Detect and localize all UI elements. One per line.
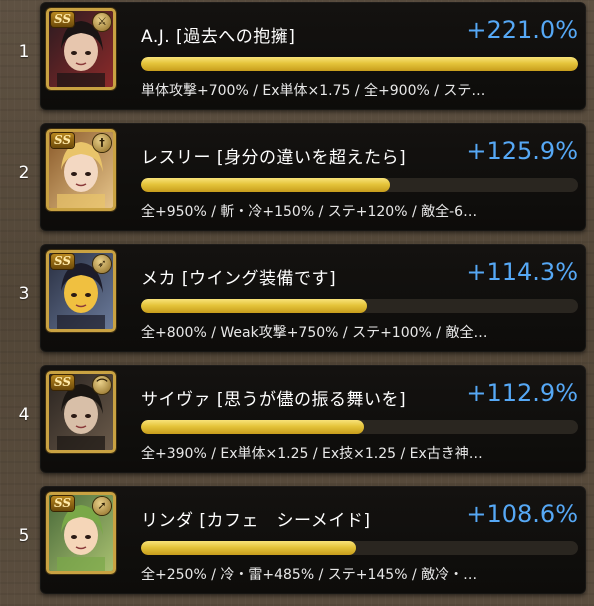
damage-percent: +221.0% (466, 16, 578, 44)
rank-number: 3 (18, 284, 30, 304)
ranking-row[interactable]: 5 SS ➚ リンダ [カフェ シーメイド] +108.6% 全+250% / … (0, 484, 594, 594)
rank-number: 1 (18, 42, 30, 62)
skill-details: 全+950% / 斬・冷+150% / ステ+120% / 敵全-6… (141, 204, 478, 220)
sword-icon: ⚔ (93, 13, 111, 31)
skill-details: 全+390% / Ex単体×1.25 / Ex技×1.25 / Ex古き神… (141, 446, 483, 462)
character-name: レスリー [身分の違いを超えたら] (141, 148, 407, 168)
damage-bar-fill (141, 57, 578, 71)
rarity-badge: SS (51, 375, 75, 390)
ranking-card[interactable]: SS † レスリー [身分の違いを超えたら] +125.9% 全+950% / … (40, 123, 586, 231)
rarity-badge: SS (51, 496, 75, 511)
rank-number: 4 (18, 405, 30, 425)
ranking-card[interactable]: SS ➚ リンダ [カフェ シーメイド] +108.6% 全+250% / 冷・… (40, 486, 586, 594)
ranking-row[interactable]: 1 SS ⚔ A.J. [過去への抱擁] +221.0% 単体攻撃+700% /… (0, 0, 594, 110)
damage-percent: +125.9% (466, 137, 578, 165)
damage-bar-fill (141, 420, 364, 434)
dagger-icon: † (93, 134, 111, 152)
damage-percent: +108.6% (466, 500, 578, 528)
character-portrait[interactable]: SS † (46, 129, 116, 211)
character-name: メカ [ウイング装備です] (141, 269, 337, 289)
damage-bar (141, 57, 578, 71)
skill-details: 単体攻撃+700% / Ex単体×1.75 / 全+900% / ステ… (141, 83, 486, 99)
ranking-list: 1 SS ⚔ A.J. [過去への抱擁] +221.0% 単体攻撃+700% /… (0, 0, 594, 606)
character-name: A.J. [過去への抱擁] (141, 27, 296, 47)
gun-icon: ➶ (93, 255, 111, 273)
rank-number: 2 (18, 163, 30, 183)
damage-bar (141, 178, 578, 192)
rank-number: 5 (18, 526, 30, 546)
skill-details: 全+250% / 冷・雷+485% / ステ+145% / 敵冷・… (141, 567, 478, 583)
spear-icon: ➚ (93, 497, 111, 515)
ranking-card[interactable]: SS ➶ メカ [ウイング装備です] +114.3% 全+800% / Weak… (40, 244, 586, 352)
damage-bar-fill (141, 178, 390, 192)
character-portrait[interactable]: SS ⚔ (46, 8, 116, 90)
character-name: リンダ [カフェ シーメイド] (141, 511, 371, 531)
damage-bar-fill (141, 541, 356, 555)
damage-bar (141, 420, 578, 434)
damage-bar (141, 299, 578, 313)
ranking-row[interactable]: 3 SS ➶ メカ [ウイング装備です] +114.3% 全+800% / We… (0, 242, 594, 352)
damage-bar (141, 541, 578, 555)
damage-bar-fill (141, 299, 367, 313)
ranking-row[interactable]: 2 SS † レスリー [身分の違いを超えたら] +125.9% 全+950% … (0, 121, 594, 231)
bow-icon: ⌒ (93, 376, 111, 394)
rarity-badge: SS (51, 254, 75, 269)
character-name: サイヴァ [思うが儘の振る舞いを] (141, 390, 407, 410)
character-portrait[interactable]: SS ⌒ (46, 371, 116, 453)
character-portrait[interactable]: SS ➚ (46, 492, 116, 574)
damage-percent: +112.9% (466, 379, 578, 407)
skill-details: 全+800% / Weak攻撃+750% / ステ+100% / 敵全… (141, 325, 488, 341)
damage-percent: +114.3% (466, 258, 578, 286)
ranking-card[interactable]: SS ⌒ サイヴァ [思うが儘の振る舞いを] +112.9% 全+390% / … (40, 365, 586, 473)
ranking-row[interactable]: 4 SS ⌒ サイヴァ [思うが儘の振る舞いを] +112.9% 全+390% … (0, 363, 594, 473)
character-portrait[interactable]: SS ➶ (46, 250, 116, 332)
rarity-badge: SS (51, 133, 75, 148)
rarity-badge: SS (51, 12, 75, 27)
ranking-card[interactable]: SS ⚔ A.J. [過去への抱擁] +221.0% 単体攻撃+700% / E… (40, 2, 586, 110)
